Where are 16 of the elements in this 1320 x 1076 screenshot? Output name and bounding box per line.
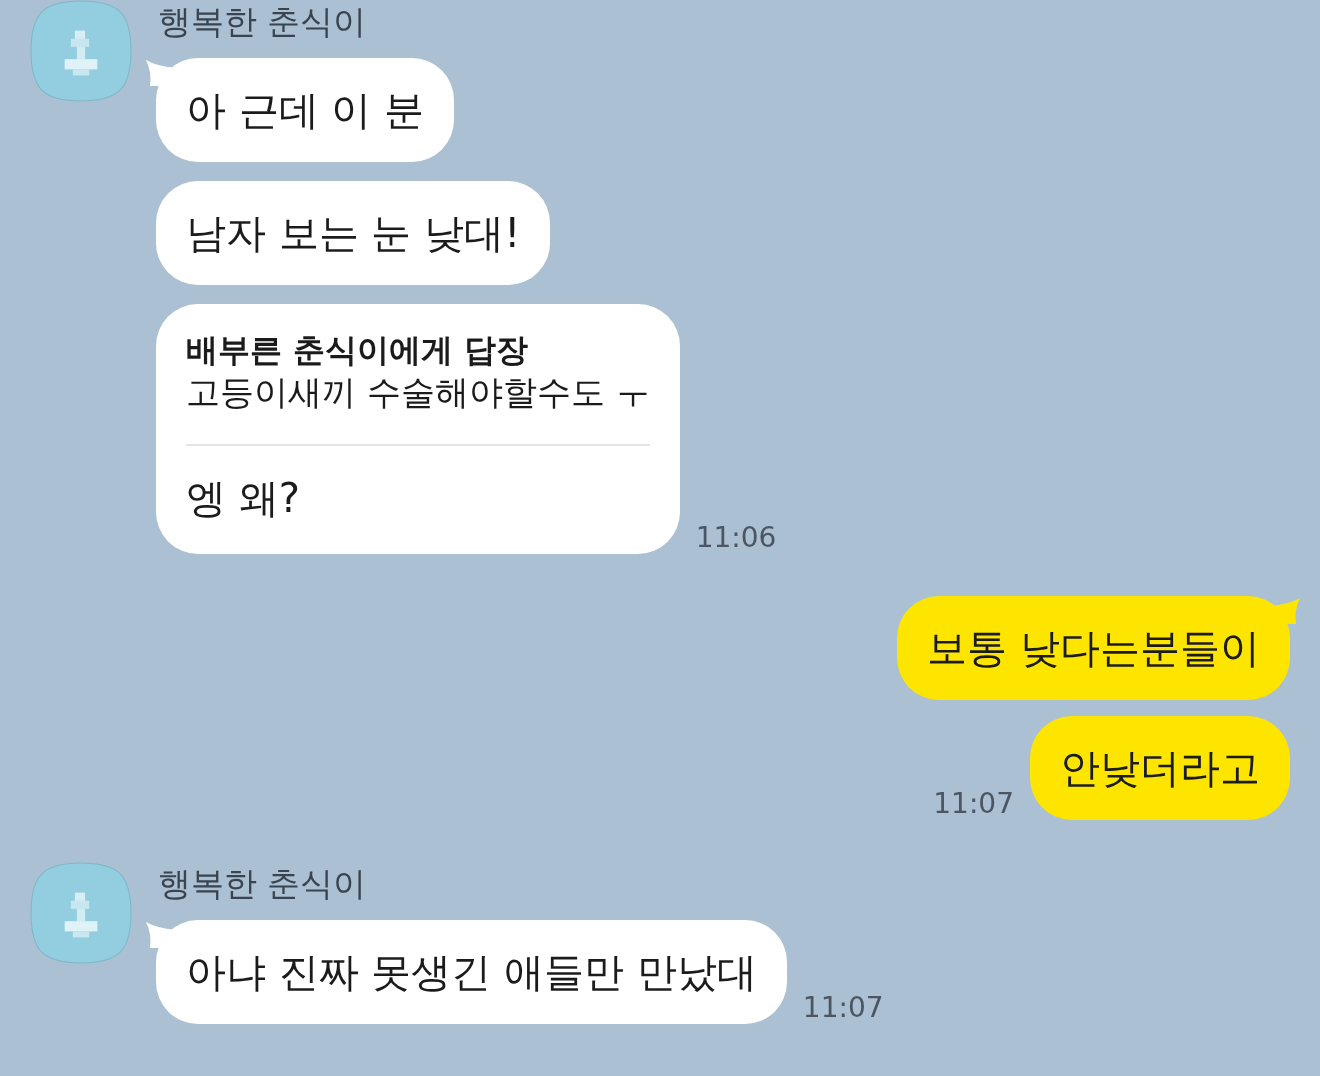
message-text: 엥 왜? — [186, 474, 301, 523]
message-bubble[interactable]: 아 근데 이 분 — [156, 58, 455, 162]
message-time: 11:07 — [933, 788, 1014, 820]
message-bubble[interactable]: 안낮더라고 — [1030, 716, 1290, 820]
sender-name: 행복한 춘식이 — [158, 2, 368, 42]
reply-message-bubble[interactable]: 배부른 춘식이에게 답장 고등이새끼 수술해야할수도 ㅜ 엥 왜? — [156, 304, 680, 554]
message-time: 11:07 — [802, 992, 884, 1024]
message-time: 11:06 — [695, 522, 777, 554]
message-bubble[interactable]: 아냐 진짜 못생긴 애들만 만났대 — [156, 920, 787, 1024]
avatar-icon[interactable] — [30, 862, 132, 964]
avatar-icon[interactable] — [30, 0, 132, 102]
sender-name: 행복한 춘식이 — [158, 864, 368, 904]
quoted-text: 고등이새끼 수술해야할수도 ㅜ — [186, 371, 650, 414]
message-bubble[interactable]: 남자 보는 눈 낮대! — [156, 181, 551, 285]
reply-header: 배부른 춘식이에게 답장 — [186, 330, 530, 370]
message-bubble[interactable]: 보통 낮다는분들이 — [897, 596, 1290, 700]
